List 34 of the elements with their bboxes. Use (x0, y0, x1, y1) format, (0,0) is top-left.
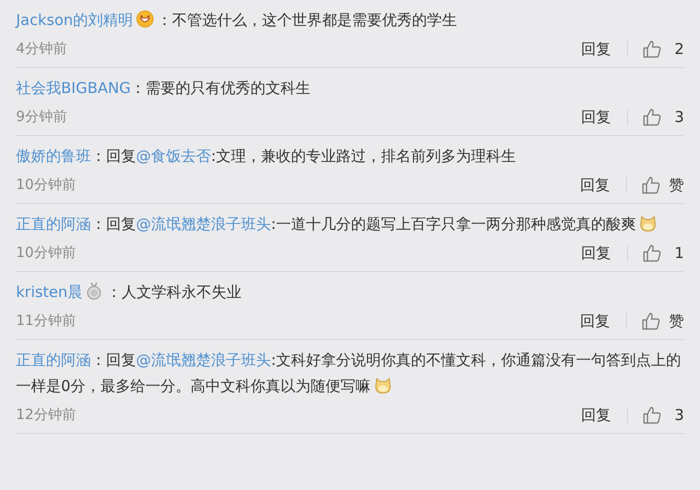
reply-button[interactable]: 回复 (580, 176, 610, 194)
like-button[interactable]: 2 (642, 39, 684, 59)
comment-text: Jackson的刘精明 ：不管选什么，这个世界都是需要优秀的学生 (16, 9, 458, 31)
comment-time: 10分钟前 (16, 244, 76, 262)
like-button[interactable]: 3 (642, 405, 684, 425)
like-button[interactable]: 赞 (641, 311, 684, 331)
comment-time: 11分钟前 (16, 312, 76, 330)
comment-text: kristen晨 ：人文学科永不失业 (16, 281, 242, 303)
comment-text: 社会我BIGBANG：需要的只有优秀的文科生 (16, 78, 312, 99)
like-button[interactable]: 赞 (641, 175, 684, 195)
reply-button[interactable]: 回复 (581, 108, 611, 126)
thumbs-up-icon (641, 311, 661, 331)
comment-time: 12分钟前 (16, 406, 76, 424)
reply-button[interactable]: 回复 (581, 406, 611, 424)
like-button[interactable]: 1 (642, 243, 684, 263)
reply-button[interactable]: 回复 (581, 40, 611, 58)
thumbs-up-icon (642, 107, 662, 127)
comment-time: 10分钟前 (16, 176, 76, 194)
reply-button[interactable]: 回复 (581, 244, 611, 262)
medal-icon (85, 282, 104, 300)
thumbs-up-icon (642, 243, 662, 263)
comment-text: 正直的阿涵：回复@流氓翘楚浪子班头:一道十几分的题写上百字只拿一两分那种感觉真的酸爽 (16, 211, 684, 237)
grin-emoji-icon (136, 10, 154, 28)
thumbs-up-icon (642, 39, 662, 59)
comment-text: 傲娇的鲁班：回复@食饭去否:文理，兼收的专业路过，排名前列多为理科生 (16, 146, 518, 167)
thumbs-up-icon (641, 175, 661, 195)
reply-button[interactable]: 回复 (580, 312, 610, 330)
comment-time: 9分钟前 (16, 108, 67, 126)
dog-emoji-icon (374, 376, 392, 394)
like-button[interactable]: 3 (642, 107, 684, 127)
comment-time: 4分钟前 (16, 40, 67, 58)
dog-emoji-icon (639, 214, 658, 232)
comment-text: 正直的阿涵：回复@流氓翘楚浪子班头:文科好拿分说明你真的不懂文科，你通篇没有一句答到点上的一样是0分，最多给一分。高中文科你真以为随便写嘛 (16, 350, 682, 397)
thumbs-up-icon (642, 405, 662, 425)
